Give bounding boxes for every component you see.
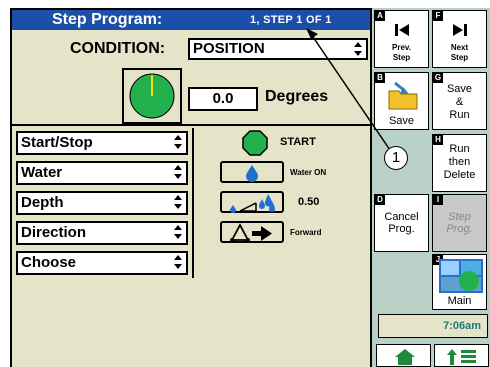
main-label: Main xyxy=(447,295,472,307)
row-divider xyxy=(192,248,194,278)
home-button[interactable] xyxy=(376,344,431,367)
up-down-arrows-icon xyxy=(173,135,183,149)
main-button[interactable]: J Main xyxy=(432,254,487,310)
key-label: B xyxy=(375,73,385,83)
degrees-input[interactable]: 0.0 xyxy=(188,87,258,111)
main-screen-icon xyxy=(439,259,483,293)
run-delete-label-1: Run xyxy=(449,143,470,155)
row-divider xyxy=(192,158,194,188)
key-label: D xyxy=(375,195,385,205)
prev-step-label-1: Prev. xyxy=(392,43,411,52)
prev-step-button[interactable]: A Prev. Step xyxy=(374,10,429,68)
list-row-direction: Direction Forward xyxy=(12,218,370,248)
choose-select[interactable]: Choose xyxy=(16,251,188,275)
direction-value: Forward xyxy=(290,228,322,237)
save-run-label-3: Run xyxy=(449,109,470,121)
depth-icon xyxy=(230,194,275,213)
save-run-label-2: & xyxy=(455,96,464,108)
run-delete-label-3: Delete xyxy=(443,169,476,181)
condition-section: CONDITION: POSITION 0.0 Degrees xyxy=(12,30,370,126)
row-divider xyxy=(192,128,194,158)
next-step-button[interactable]: F Next Step xyxy=(432,10,487,68)
step-program-button[interactable]: I Step Prog. xyxy=(432,194,487,252)
water-drop-icon xyxy=(246,165,258,182)
row-divider xyxy=(192,188,194,218)
list-row-water: Water Water ON xyxy=(12,158,370,188)
skip-back-icon xyxy=(395,24,409,36)
cancel-label-1: Cancel xyxy=(384,211,419,223)
home-icon xyxy=(395,349,415,365)
next-step-label-2: Step xyxy=(450,53,469,62)
list-row-start-stop: Start/Stop START xyxy=(12,128,370,158)
save-folder-icon xyxy=(388,81,418,110)
run-then-delete-button[interactable]: H Run then Delete xyxy=(432,134,487,192)
choose-select-label: Choose xyxy=(21,254,77,271)
save-run-label-1: Save xyxy=(446,83,473,95)
menu-grid-button[interactable] xyxy=(434,344,489,367)
prev-step-label-2: Step xyxy=(392,53,411,62)
water-select[interactable]: Water xyxy=(16,161,188,185)
key-label: I xyxy=(433,195,443,205)
skip-forward-icon xyxy=(453,24,467,36)
direction-button[interactable] xyxy=(220,221,284,243)
cancel-label-2: Prog. xyxy=(388,223,415,235)
list-row-depth: Depth 0.50 xyxy=(12,188,370,218)
cancel-program-button[interactable]: D Cancel Prog. xyxy=(374,194,429,252)
step-prog-label-2: Prog. xyxy=(446,223,473,235)
step-indicator: 1, STEP 1 OF 1 xyxy=(250,14,332,26)
next-step-label-1: Next xyxy=(450,43,469,52)
condition-select[interactable]: POSITION xyxy=(188,38,368,60)
position-gauge xyxy=(122,68,182,124)
up-down-arrows-icon xyxy=(173,225,183,239)
direction-select[interactable]: Direction xyxy=(16,221,188,245)
direction-forward-icon xyxy=(230,223,272,242)
function-key-sidebar: A Prev. Step F Next Step B Save G Save &… xyxy=(372,8,490,367)
depth-select[interactable]: Depth xyxy=(16,191,188,215)
screen-frame: Step Program: 1, STEP 1 OF 1 CONDITION: … xyxy=(10,8,490,367)
up-down-arrows-icon xyxy=(173,195,183,209)
water-value: Water ON xyxy=(290,168,327,177)
condition-label: CONDITION: xyxy=(70,40,166,57)
step-program-panel: Step Program: 1, STEP 1 OF 1 CONDITION: … xyxy=(12,10,370,367)
key-label: A xyxy=(375,11,385,21)
up-down-arrows-icon xyxy=(353,42,363,56)
title-bar: Step Program: 1, STEP 1 OF 1 xyxy=(12,10,370,30)
step-prog-label-1: Step xyxy=(448,211,471,223)
degrees-label: Degrees xyxy=(265,88,329,105)
up-arrow-grid-icon xyxy=(447,349,476,365)
save-button[interactable]: B Save xyxy=(374,72,429,130)
direction-select-label: Direction xyxy=(21,224,87,241)
start-circle-icon[interactable] xyxy=(242,130,268,156)
start-stop-value: START xyxy=(280,136,316,148)
depth-select-label: Depth xyxy=(21,194,64,211)
key-label: G xyxy=(433,73,443,83)
depth-button[interactable] xyxy=(220,191,284,213)
page-title: Step Program: xyxy=(52,11,163,28)
condition-value: POSITION xyxy=(193,40,265,57)
water-button[interactable] xyxy=(220,161,284,183)
up-down-arrows-icon xyxy=(173,255,183,269)
depth-value: 0.50 xyxy=(298,196,320,208)
row-divider xyxy=(192,218,194,248)
action-list: Start/Stop START Water Water ON Depth 0.… xyxy=(12,128,370,367)
save-and-run-button[interactable]: G Save & Run xyxy=(432,72,487,130)
run-delete-label-2: then xyxy=(448,156,471,168)
water-select-label: Water xyxy=(21,164,63,181)
clock-display: 7:06am xyxy=(378,314,488,338)
key-label: F xyxy=(433,11,443,21)
start-stop-select[interactable]: Start/Stop xyxy=(16,131,188,155)
compass-dial-icon xyxy=(129,73,175,119)
start-stop-select-label: Start/Stop xyxy=(21,134,93,151)
save-label: Save xyxy=(388,115,415,127)
callout-marker: 1 xyxy=(384,146,408,170)
up-down-arrows-icon xyxy=(173,165,183,179)
list-row-choose: Choose xyxy=(12,248,370,278)
